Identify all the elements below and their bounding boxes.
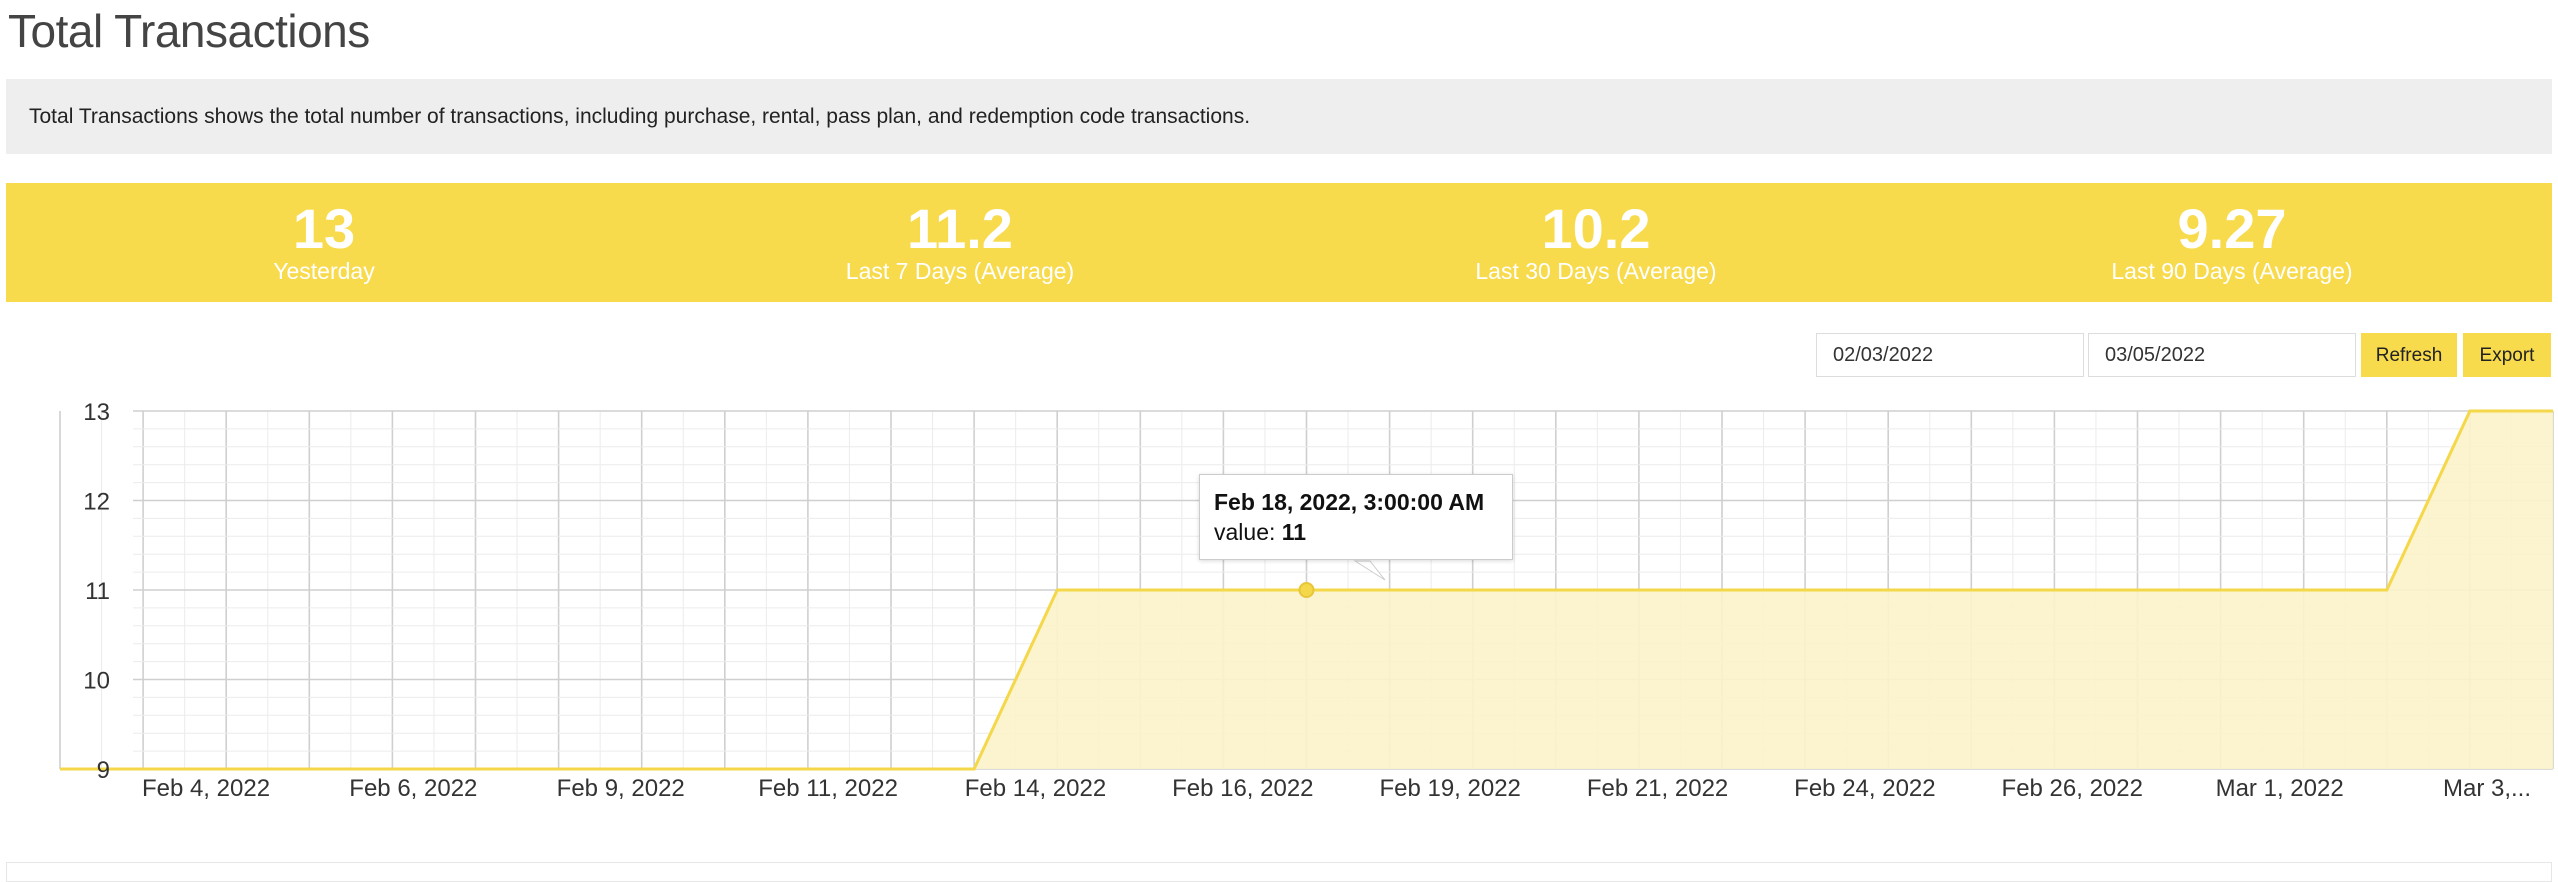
stat-value: 10.2 <box>1541 197 1651 260</box>
tooltip-title: Feb 18, 2022, 3:00:00 AM <box>1214 489 1485 515</box>
tooltip-value: 11 <box>1281 519 1307 545</box>
end-date-input[interactable] <box>2088 333 2356 377</box>
stat-value: 13 <box>292 197 356 260</box>
stat-value: 11.2 <box>907 197 1013 260</box>
y-tick-label: 11 <box>85 578 110 605</box>
export-button[interactable]: Export <box>2463 333 2551 377</box>
chart-tooltip: Feb 18, 2022, 3:00:00 AM value: 11 <box>1199 474 1513 560</box>
stat-label: Last 90 Days (Average) <box>2111 258 2353 284</box>
stats-band: 13 Yesterday 11.2 Last 7 Days (Average) … <box>6 183 2552 302</box>
y-tick-label: 10 <box>83 668 110 695</box>
stat-yesterday: 13 Yesterday <box>6 183 642 284</box>
tooltip-value-line: value: 11 <box>1214 517 1498 547</box>
description-box: Total Transactions shows the total numbe… <box>6 79 2552 154</box>
x-tick-label: Mar 1, 2022 <box>2216 775 2344 802</box>
highlighted-point <box>1298 582 1315 598</box>
description-text: Total Transactions shows the total numbe… <box>29 105 1251 128</box>
stat-label: Yesterday <box>273 258 375 284</box>
stat-value: 9.27 <box>2177 197 2287 260</box>
tooltip-value-label: value: <box>1214 519 1276 545</box>
y-tick-label: 9 <box>97 757 110 784</box>
x-tick-label: Feb 9, 2022 <box>557 775 685 802</box>
start-date-input[interactable] <box>1816 333 2084 377</box>
x-tick-label: Feb 4, 2022 <box>142 775 270 802</box>
x-tick-label: Feb 24, 2022 <box>1794 775 1935 802</box>
y-tick-label: 12 <box>83 489 110 516</box>
stat-last-30-days: 10.2 Last 30 Days (Average) <box>1278 183 1914 284</box>
x-tick-label: Mar 3,... <box>2443 775 2531 802</box>
refresh-button[interactable]: Refresh <box>2361 333 2457 377</box>
stat-last-7-days: 11.2 Last 7 Days (Average) <box>642 183 1278 284</box>
y-tick-label: 13 <box>83 399 110 426</box>
x-tick-label: Feb 11, 2022 <box>758 775 898 802</box>
stat-last-90-days: 9.27 Last 90 Days (Average) <box>1914 183 2550 284</box>
x-tick-label: Feb 6, 2022 <box>349 775 477 802</box>
x-tick-label: Feb 21, 2022 <box>1587 775 1728 802</box>
x-tick-label: Feb 16, 2022 <box>1172 775 1313 802</box>
page-title: Total Transactions <box>8 5 370 57</box>
tooltip-pointer <box>1353 560 1386 581</box>
x-tick-label: Feb 26, 2022 <box>2002 775 2143 802</box>
x-tick-label: Feb 14, 2022 <box>965 775 1106 802</box>
bottom-panel <box>6 862 2552 882</box>
stat-label: Last 7 Days (Average) <box>845 258 1075 284</box>
stat-label: Last 30 Days (Average) <box>1475 258 1717 284</box>
x-tick-label: Feb 19, 2022 <box>1379 775 1520 802</box>
transactions-area-chart: 9 10 11 12 13 Feb 4, 2022 Feb 6, 2022 Feb 9, 20… <box>59 399 2554 802</box>
